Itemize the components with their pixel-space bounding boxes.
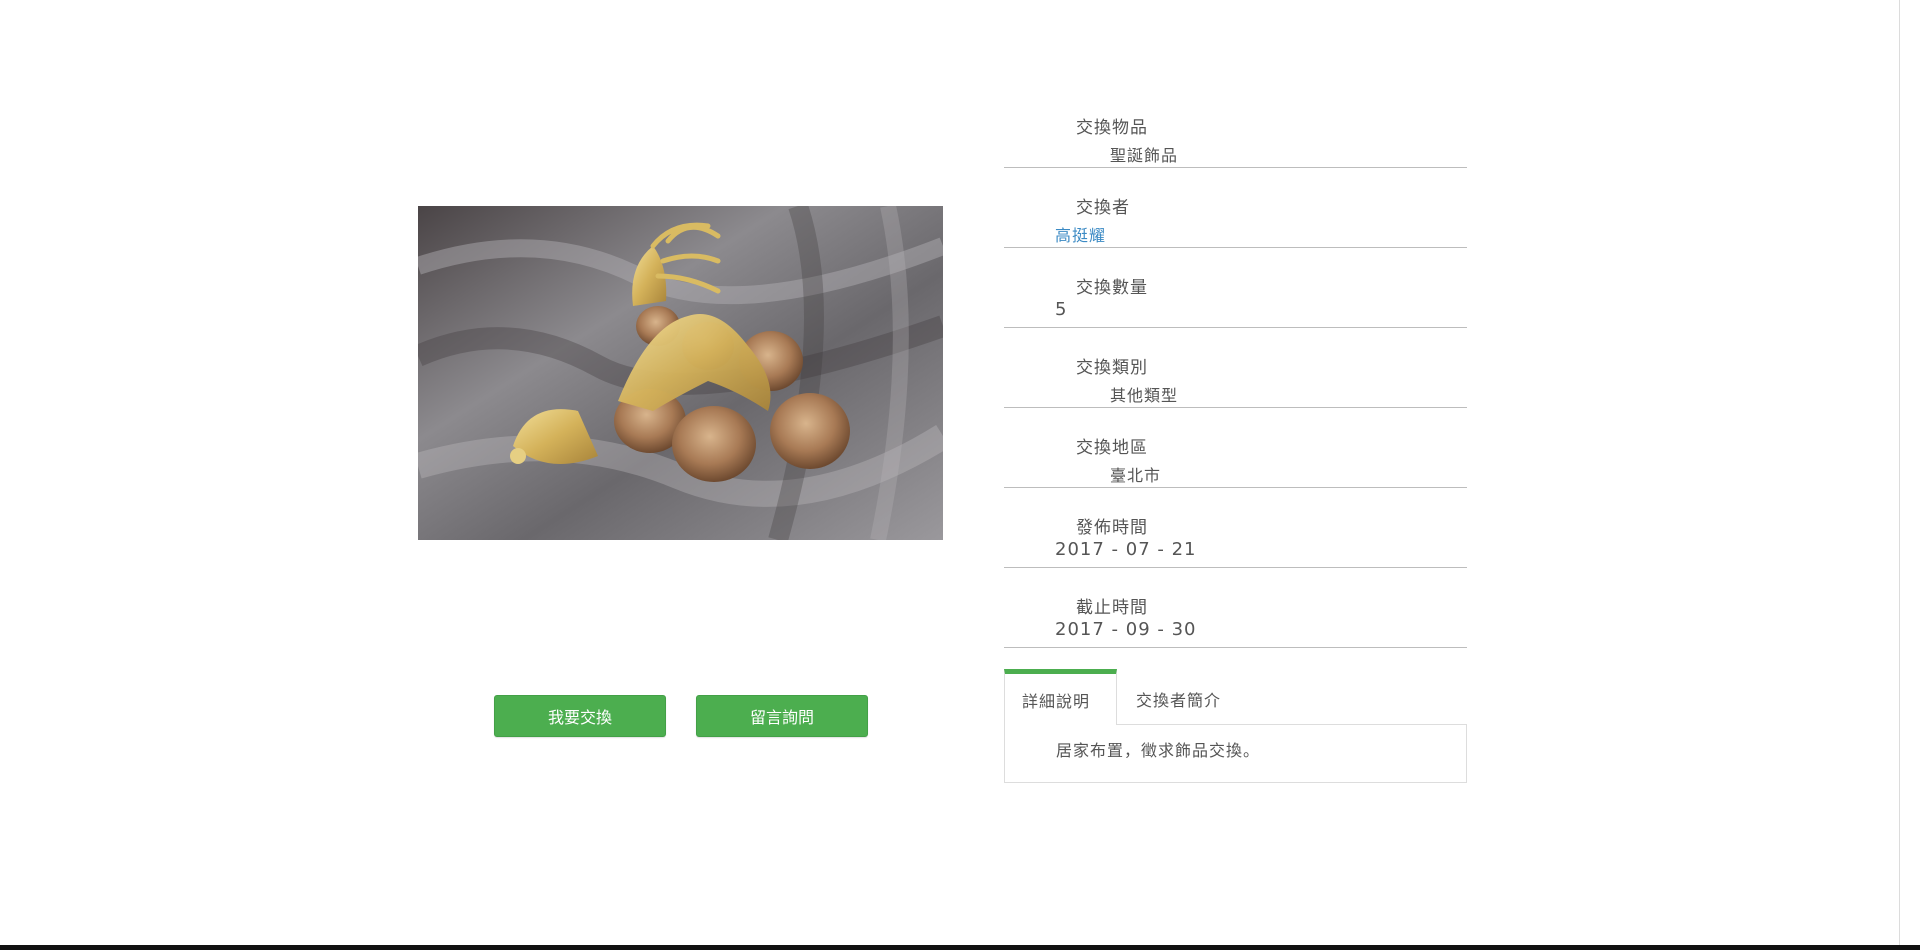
ask-question-button[interactable]: 留言詢問 (696, 695, 868, 737)
item-label: 交換物品 (1076, 118, 1148, 138)
category-value: 其他類型 (1110, 386, 1179, 405)
quantity-label: 交換數量 (1076, 278, 1148, 298)
deadline-label: 截止時間 (1076, 598, 1148, 618)
detail-row-owner: 交換者 高挺耀 (1004, 168, 1467, 248)
detail-description: 居家布置，徵求飾品交換。 (1056, 741, 1261, 760)
page-bottom-border (0, 945, 1920, 950)
published-date: 2017 - 07 - 21 (1055, 539, 1197, 560)
item-value: 聖誕飾品 (1110, 146, 1179, 165)
tab-owner-profile[interactable]: 交換者簡介 (1136, 669, 1256, 724)
detail-row-region: 交換地區 臺北市 (1004, 408, 1467, 488)
region-value: 臺北市 (1110, 466, 1162, 485)
page-right-edge (1899, 0, 1920, 945)
tab-detail[interactable]: 詳細說明 (1004, 669, 1117, 725)
region-label: 交換地區 (1076, 438, 1148, 458)
owner-label: 交換者 (1076, 198, 1130, 218)
quantity-value: 5 (1055, 299, 1068, 320)
tab-panel-detail: 居家布置，徵求飾品交換。 (1004, 724, 1467, 783)
detail-row-deadline: 截止時間 2017 - 09 - 30 (1004, 568, 1467, 648)
published-label: 發佈時間 (1076, 518, 1148, 538)
detail-row-item: 交換物品 聖誕飾品 (1004, 88, 1467, 168)
detail-row-published: 發佈時間 2017 - 07 - 21 (1004, 488, 1467, 568)
exchange-button[interactable]: 我要交換 (494, 695, 666, 737)
category-label: 交換類別 (1076, 358, 1148, 378)
detail-row-quantity: 交換數量 5 (1004, 248, 1467, 328)
owner-link[interactable]: 高挺耀 (1055, 222, 1106, 246)
product-image (418, 206, 943, 540)
detail-row-category: 交換類別 其他類型 (1004, 328, 1467, 408)
deadline-date: 2017 - 09 - 30 (1055, 619, 1197, 640)
detail-tabs: 詳細說明 交換者簡介 (1004, 669, 1467, 725)
item-details: 交換物品 聖誕飾品 交換者 高挺耀 交換數量 5 交換類別 其他類型 交換地區 … (1004, 88, 1467, 648)
christmas-ornament-photo (418, 206, 943, 540)
